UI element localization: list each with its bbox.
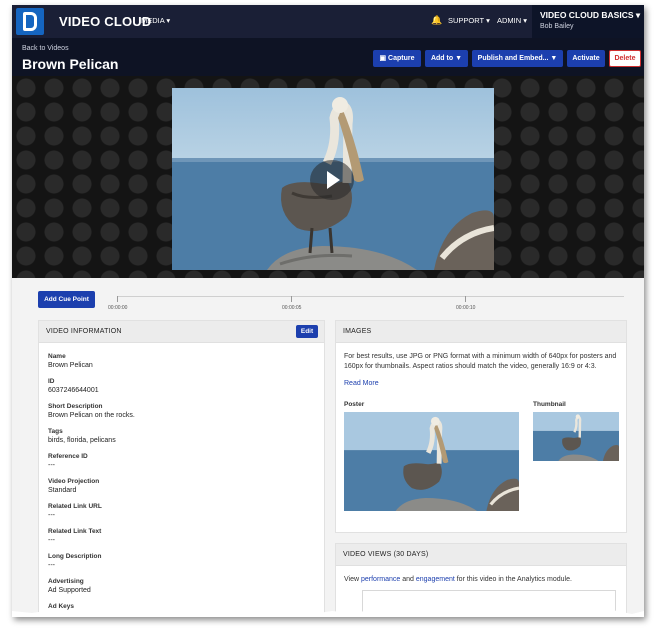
thumbnail-label: Thumbnail [533, 401, 566, 408]
app-window: VIDEO CLOUD MEDIA ▾ 🔔 SUPPORT ▾ ADMIN ▾ … [12, 5, 644, 617]
page-title: Brown Pelican [22, 56, 119, 72]
field-value-short-description: Brown Pelican on the rocks. [48, 412, 135, 419]
poster-label: Poster [344, 401, 365, 408]
field-value-id: 6037246644001 [48, 387, 99, 394]
user-name: Bob Bailey [540, 23, 574, 30]
publish-embed-button[interactable]: Publish and Embed... ▼ [472, 50, 563, 67]
camera-icon: ▣ [379, 55, 389, 62]
notification-bell-icon[interactable]: 🔔 [431, 15, 442, 26]
images-panel: IMAGES For best results, use JPG or PNG … [335, 320, 627, 533]
images-description: For best results, use JPG or PNG format … [344, 353, 617, 370]
thumbnail-image[interactable] [533, 412, 619, 461]
views-text-pre: View [344, 576, 361, 583]
play-button-icon[interactable] [310, 160, 354, 200]
nav-admin-menu[interactable]: ADMIN ▾ [497, 16, 527, 25]
engagement-link[interactable]: engagement [416, 576, 455, 583]
views-description: View performance and engagement for this… [344, 576, 572, 583]
brand-name: VIDEO CLOUD [59, 14, 152, 29]
field-value-name: Brown Pelican [48, 362, 93, 369]
field-label-name: Name [48, 353, 66, 360]
field-value-tags: birds, florida, pelicans [48, 437, 116, 444]
account-name: VIDEO CLOUD BASICS ▾ [540, 10, 641, 20]
activate-button[interactable]: Activate [567, 50, 605, 67]
performance-link[interactable]: performance [361, 576, 400, 583]
add-cue-point-button[interactable]: Add Cue Point [38, 291, 95, 308]
torn-edge-decoration [12, 610, 644, 617]
images-title: IMAGES [343, 328, 372, 335]
video-information-panel: VIDEO INFORMATION Edit Name Brown Pelica… [38, 320, 325, 617]
account-switcher[interactable]: VIDEO CLOUD BASICS ▾ Bob Bailey [532, 5, 644, 38]
field-value-advertising: Ad Supported [48, 587, 91, 594]
delete-button[interactable]: Delete [609, 50, 641, 67]
field-label-short-description: Short Description [48, 403, 103, 410]
add-to-button[interactable]: Add to ▼ [425, 50, 468, 67]
cue-timeline[interactable] [117, 296, 624, 297]
panel-header: IMAGES [336, 321, 626, 343]
nav-support-menu[interactable]: SUPPORT ▾ [448, 16, 490, 25]
top-navigation: VIDEO CLOUD MEDIA ▾ 🔔 SUPPORT ▾ ADMIN ▾ … [12, 5, 644, 38]
video-stage [12, 76, 644, 278]
field-label-related-link-text: Related Link Text [48, 528, 102, 535]
field-value-reference-id: --- [48, 462, 55, 469]
back-to-videos-link[interactable]: Back to Videos [22, 45, 69, 52]
poster-image[interactable] [344, 412, 519, 511]
read-more-link[interactable]: Read More [344, 380, 379, 387]
field-label-video-projection: Video Projection [48, 478, 100, 485]
field-value-video-projection: Standard [48, 487, 77, 494]
title-bar: Back to Videos Brown Pelican ▣ Capture A… [12, 38, 644, 76]
video-player[interactable] [172, 88, 494, 270]
poster-pelican-image [344, 412, 519, 511]
field-value-related-link-text: --- [48, 537, 55, 544]
video-views-title: VIDEO VIEWS (30 DAYS) [343, 551, 429, 558]
capture-button[interactable]: ▣ Capture [373, 50, 421, 67]
brightcove-logo-icon[interactable] [16, 8, 44, 35]
capture-label: Capture [388, 55, 415, 62]
edit-button[interactable]: Edit [296, 325, 318, 338]
video-information-title: VIDEO INFORMATION [46, 328, 122, 335]
timeline-tick-label: 00:00:05 [282, 305, 302, 311]
field-value-long-description: --- [48, 562, 55, 569]
panel-header: VIDEO VIEWS (30 DAYS) [336, 544, 626, 566]
timeline-tick [117, 296, 118, 302]
nav-media-menu[interactable]: MEDIA ▾ [141, 16, 170, 25]
field-label-related-link-url: Related Link URL [48, 503, 102, 510]
field-value-related-link-url: --- [48, 512, 55, 519]
field-label-advertising: Advertising [48, 578, 84, 585]
field-label-tags: Tags [48, 428, 63, 435]
thumbnail-pelican-image [533, 412, 619, 461]
field-label-reference-id: Reference ID [48, 453, 88, 460]
views-text-and: and [400, 576, 416, 583]
field-label-id: ID [48, 378, 55, 385]
panel-header: VIDEO INFORMATION Edit [39, 321, 324, 343]
timeline-tick [465, 296, 466, 302]
field-label-long-description: Long Description [48, 553, 102, 560]
timeline-tick-label: 00:00:00 [108, 305, 128, 311]
views-text-post: for this video in the Analytics module. [454, 576, 572, 583]
timeline-tick-label: 00:00:10 [456, 305, 476, 311]
timeline-tick [291, 296, 292, 302]
video-views-panel: VIDEO VIEWS (30 DAYS) View performance a… [335, 543, 627, 617]
